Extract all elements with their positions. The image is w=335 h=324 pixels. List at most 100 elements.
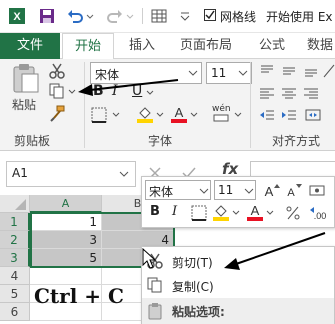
paste-options-label: 粘贴选项: (172, 305, 225, 319)
menu-item-cut[interactable]: 剪切(T) (172, 254, 213, 271)
paste-options-header (142, 298, 334, 324)
mini-fill-dropdown-icon[interactable] (232, 206, 240, 220)
mini-currency-icon[interactable] (308, 181, 326, 199)
font-color-dropdown-icon[interactable] (190, 108, 198, 122)
row-header-3[interactable]: 3 (0, 249, 30, 267)
format-painter-icon[interactable] (48, 104, 66, 122)
row-header-6[interactable]: 6 (0, 303, 30, 321)
menu-item-copy[interactable]: 复制(C) (172, 278, 214, 295)
font-size-value: 11 (211, 66, 227, 80)
row-header-5[interactable]: 5 (0, 285, 30, 303)
svg-text:A: A (265, 184, 274, 199)
tab-file[interactable]: 文件 (0, 33, 60, 59)
mini-font-color-icon[interactable]: A (246, 202, 264, 221)
underline-button[interactable]: U (132, 83, 142, 99)
row-header-2[interactable]: 2 (0, 231, 30, 249)
copy-menu-icon (146, 276, 164, 294)
mini-font-size-combo[interactable]: 11 (214, 180, 256, 200)
paste-icon[interactable] (10, 62, 40, 94)
tab-formulas[interactable]: 公式 (252, 33, 292, 59)
paste-options-icon (146, 302, 164, 320)
mini-font-size-dropdown-icon[interactable] (243, 183, 255, 199)
mini-italic-button[interactable]: I (172, 204, 177, 219)
row-header-4[interactable]: 4 (0, 267, 30, 285)
toolbar-separator (142, 8, 143, 24)
font-group-label: 字体 (148, 134, 173, 148)
select-all-corner[interactable] (0, 195, 30, 213)
fill-color-dropdown-icon[interactable] (156, 108, 164, 122)
phonetic-guide-icon (212, 114, 232, 122)
alignment-group-label: 对齐方式 (272, 134, 321, 148)
save-icon[interactable] (38, 7, 56, 25)
redo-icon[interactable] (106, 7, 124, 25)
bold-button[interactable]: B (93, 83, 104, 99)
mini-font-name-dropdown-icon[interactable] (198, 183, 210, 199)
gridlines-checkbox[interactable] (204, 9, 216, 21)
group-separator (84, 62, 85, 148)
mini-font-name-combo[interactable]: 宋体 (145, 180, 211, 200)
align-middle-icon[interactable] (280, 62, 298, 80)
borders-dropdown-icon[interactable] (112, 108, 120, 122)
align-right-icon[interactable] (302, 84, 320, 102)
increase-indent-icon[interactable] (280, 106, 298, 124)
font-size-combo[interactable]: 11 (206, 62, 252, 84)
svg-text:A: A (287, 187, 295, 199)
column-header-a[interactable]: A (30, 195, 102, 213)
font-name-combo[interactable]: 宋体 (90, 62, 202, 84)
copy-dropdown-icon[interactable] (68, 82, 76, 100)
tab-insert[interactable]: 插入 (122, 33, 162, 59)
name-box-value: A1 (12, 166, 28, 180)
align-center-icon[interactable] (280, 84, 298, 102)
svg-text:A: A (251, 203, 260, 218)
clipboard-group-label: 剪贴板 (14, 134, 51, 148)
copy-icon[interactable] (48, 82, 66, 100)
decrease-indent-icon[interactable] (258, 106, 276, 124)
mini-increase-font-icon[interactable]: A (262, 181, 280, 199)
mini-fill-color-icon[interactable] (212, 202, 230, 221)
mini-font-name-value: 宋体 (149, 185, 174, 199)
phonetic-dropdown-icon[interactable] (234, 108, 242, 122)
mini-decrease-font-icon[interactable]: A (284, 181, 302, 199)
merge-center-icon[interactable] (304, 106, 322, 124)
borders-icon[interactable] (90, 106, 108, 124)
mini-borders-icon[interactable] (190, 204, 208, 222)
svg-text:X: X (13, 11, 21, 23)
gridlines-label: 网格线 (220, 10, 257, 24)
group-separator (250, 62, 251, 148)
svg-text:.00: .00 (314, 211, 326, 221)
tab-data[interactable]: 数据 (300, 33, 335, 59)
font-name-value: 宋体 (95, 68, 120, 82)
svg-text:A: A (175, 105, 184, 120)
align-left-icon[interactable] (258, 84, 276, 102)
redo-dropdown-icon[interactable] (126, 7, 134, 25)
undo-dropdown-icon[interactable] (86, 7, 94, 25)
font-name-dropdown-icon[interactable] (187, 65, 199, 81)
tab-page-layout[interactable]: 页面布局 (172, 33, 240, 59)
mini-percent-icon[interactable] (284, 204, 302, 222)
cut-icon[interactable] (48, 62, 66, 80)
align-top-icon[interactable] (258, 62, 276, 80)
align-bottom-icon[interactable] (302, 62, 320, 80)
underline-dropdown-icon[interactable] (146, 86, 154, 100)
undo-icon[interactable] (66, 7, 84, 25)
mini-decimal-icon[interactable]: .00 (308, 204, 326, 222)
mini-font-size-value: 11 (218, 183, 234, 197)
phonetic-guide-button[interactable]: wén (212, 104, 231, 114)
customize-toolbar-icon[interactable] (176, 7, 194, 25)
mini-bold-button[interactable]: B (150, 204, 160, 219)
mouse-cursor-icon (142, 248, 158, 270)
row-header-1[interactable]: 1 (0, 213, 30, 231)
italic-button[interactable]: I (112, 83, 118, 99)
table-grid-icon[interactable] (150, 7, 168, 25)
name-box-dropdown-icon[interactable] (118, 168, 130, 180)
window-title: 开始使用 Ex (266, 10, 333, 24)
cell-a4[interactable] (30, 267, 102, 285)
paste-button[interactable]: 粘贴 (12, 96, 36, 113)
fill-color-icon[interactable] (136, 104, 154, 123)
mini-font-color-dropdown-icon[interactable] (266, 206, 274, 220)
tab-home[interactable]: 开始 (62, 33, 114, 60)
font-size-dropdown-icon[interactable] (237, 65, 249, 81)
orientation-icon[interactable] (322, 62, 335, 80)
excel-logo-icon: X (8, 7, 26, 25)
font-color-icon[interactable]: A (170, 104, 188, 123)
